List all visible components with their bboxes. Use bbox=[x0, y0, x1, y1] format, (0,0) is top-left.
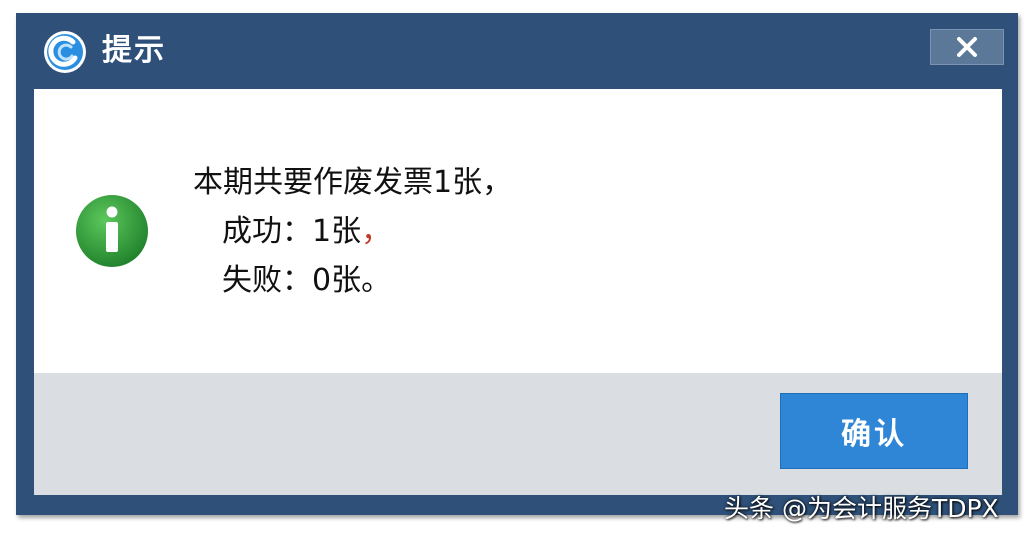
message-line-2: 成功：1张， bbox=[222, 212, 391, 252]
app-logo-icon bbox=[44, 31, 86, 73]
watermark-text: 头条 @为会计服务TDPX bbox=[724, 494, 999, 523]
message-line-3: 失败：0张。 bbox=[222, 263, 392, 298]
dialog-titlebar[interactable]: 提示 bbox=[16, 13, 1018, 89]
info-icon bbox=[76, 195, 148, 267]
dialog-content bbox=[34, 89, 1002, 373]
confirm-button[interactable]: 确认 bbox=[780, 393, 968, 469]
message-line-2-comma: ， bbox=[361, 214, 392, 249]
dialog-title: 提示 bbox=[102, 33, 166, 68]
message-line-2-text: 成功：1张 bbox=[222, 214, 362, 249]
close-icon bbox=[957, 37, 977, 57]
message-line-1: 本期共要作废发票1张， bbox=[193, 165, 513, 200]
close-button[interactable] bbox=[930, 29, 1004, 65]
